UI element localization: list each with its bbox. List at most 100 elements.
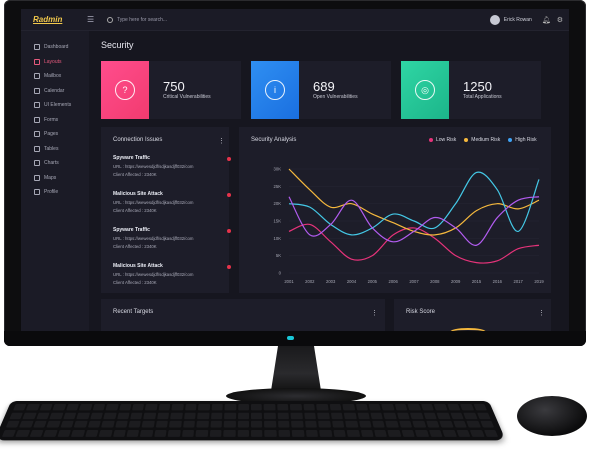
issue-item[interactable]: Malicious Site Attack URL : https://wewes… bbox=[113, 263, 231, 285]
keyboard-key bbox=[92, 404, 106, 411]
search-bar[interactable]: Type here for search... bbox=[107, 16, 490, 23]
security-analysis-panel: Security Analysis Low Risk Medium Risk Hig… bbox=[239, 127, 551, 293]
risk-score-panel: Risk Score ⋮ bbox=[394, 299, 551, 331]
keyboard-key bbox=[456, 429, 471, 437]
stat-card[interactable]: ? 750 Critical Vulnerabilities bbox=[101, 61, 241, 119]
bell-icon[interactable]: 🔔︎ bbox=[542, 16, 551, 24]
charts-icon bbox=[34, 160, 40, 167]
keyboard-key bbox=[355, 404, 368, 411]
sidebar-item-layouts[interactable]: Layouts bbox=[21, 55, 89, 70]
keyboard-key bbox=[463, 412, 478, 419]
power-led bbox=[287, 336, 294, 340]
keyboard-key bbox=[264, 412, 276, 419]
keyboard-key bbox=[142, 420, 155, 428]
sidebar-item-dashboard[interactable]: Dashboard bbox=[21, 40, 89, 55]
stat-icon-box: i bbox=[251, 61, 299, 119]
sidebar: Dashboard Layouts Mailbox Calendar UI Elemen… bbox=[21, 31, 89, 331]
more-icon[interactable]: ⋮ bbox=[371, 309, 378, 317]
keyboard-key bbox=[305, 429, 319, 437]
keyboard-key bbox=[90, 412, 104, 419]
sidebar-item-label: Dashboard bbox=[44, 44, 69, 51]
keyboard-key bbox=[182, 420, 196, 428]
series-line-low-risk bbox=[288, 223, 540, 264]
keyboard-key bbox=[60, 420, 74, 428]
keyboard-key bbox=[277, 412, 290, 419]
keyboard bbox=[0, 400, 506, 441]
keyboard-key bbox=[394, 404, 408, 411]
keyboard-key bbox=[157, 412, 170, 419]
y-tick-label: 5K bbox=[276, 253, 281, 258]
menu-toggle-icon[interactable]: ☰ bbox=[87, 15, 99, 24]
maps-icon bbox=[34, 174, 40, 181]
keyboard-key bbox=[331, 420, 345, 428]
sidebar-item-forms[interactable]: Forms bbox=[21, 113, 89, 128]
keyboard-key bbox=[168, 429, 181, 437]
sidebar-item-mailbox[interactable]: Mailbox bbox=[21, 69, 89, 84]
keyboard-key bbox=[98, 429, 113, 437]
sidebar-item-calendar[interactable]: Calendar bbox=[21, 84, 89, 99]
keyboard-key bbox=[9, 412, 24, 419]
more-icon[interactable]: ⋮ bbox=[218, 137, 225, 145]
keyboard-key bbox=[237, 420, 249, 428]
series-line-medium-risk bbox=[288, 168, 540, 236]
sidebar-item-label: Mailbox bbox=[44, 73, 62, 80]
keyboard-key bbox=[360, 429, 374, 437]
keyboard-key bbox=[128, 420, 142, 428]
more-icon[interactable]: ⋮ bbox=[538, 309, 545, 317]
keyboard-key bbox=[26, 404, 40, 411]
tables-icon bbox=[34, 145, 40, 152]
keyboard-key bbox=[304, 420, 318, 428]
top-bar: Radmin ☰ Type here for search... Erick R… bbox=[21, 9, 569, 31]
keyboard-key bbox=[264, 420, 277, 428]
sidebar-item-profile[interactable]: Profile bbox=[21, 185, 89, 200]
search-input[interactable]: Type here for search... bbox=[117, 17, 167, 23]
keyboard-key bbox=[43, 429, 58, 437]
stat-card[interactable]: i 689 Open Vulnerabilities bbox=[251, 61, 391, 119]
keyboard-key bbox=[210, 420, 223, 428]
profile-icon bbox=[34, 189, 40, 196]
x-tick-label: 2008 bbox=[430, 279, 440, 284]
stat-icon-box: ◎ bbox=[401, 61, 449, 119]
keyboard-key bbox=[439, 420, 454, 428]
keyboard-key bbox=[29, 429, 44, 437]
gear-icon[interactable]: ⚙ bbox=[557, 16, 563, 24]
sidebar-item-label: Pages bbox=[44, 131, 59, 138]
issue-item[interactable]: Malicious Site Attack URL : https://wewes… bbox=[113, 191, 231, 213]
keyboard-key bbox=[223, 429, 236, 437]
keyboard-key bbox=[87, 420, 101, 428]
question-icon: ? bbox=[115, 80, 135, 100]
x-tick-label: 2009 bbox=[451, 279, 461, 284]
sidebar-item-charts[interactable]: Charts bbox=[21, 156, 89, 171]
user-menu[interactable]: Erick Rowan bbox=[489, 14, 532, 25]
issue-url: URL : https://wewesdjdf/sdjkasdjff032/co… bbox=[113, 164, 194, 169]
stat-card[interactable]: ◎ 1250 Total Applications bbox=[401, 61, 541, 119]
keyboard-key bbox=[170, 412, 183, 419]
keyboard-key bbox=[318, 420, 331, 428]
x-tick-label: 2004 bbox=[347, 279, 357, 284]
keyboard-key bbox=[224, 412, 236, 419]
keyboard-key bbox=[358, 420, 372, 428]
keyboard-key bbox=[319, 429, 332, 437]
sidebar-item-pages[interactable]: Pages bbox=[21, 127, 89, 142]
avatar bbox=[489, 14, 500, 25]
stat-value: 750 bbox=[163, 79, 185, 94]
calendar-icon bbox=[34, 87, 40, 94]
issue-item[interactable]: Spyware Traffic URL : https://wewesdjdf/s… bbox=[113, 227, 231, 249]
keyboard-key bbox=[345, 420, 358, 428]
keyboard-key bbox=[49, 412, 64, 419]
keyboard-key bbox=[250, 404, 263, 411]
keyboard-key bbox=[211, 404, 223, 411]
sidebar-item-ui-elements[interactable]: UI Elements bbox=[21, 98, 89, 113]
keyboard-key bbox=[330, 412, 343, 419]
brand-logo[interactable]: Radmin bbox=[21, 15, 87, 24]
y-tick-label: 30K bbox=[274, 167, 282, 172]
issue-item[interactable]: Spyware Traffic URL : https://wewesdjdf/s… bbox=[113, 155, 231, 177]
issue-url: URL : https://wewesdjdf/sdjkasdjff032/co… bbox=[113, 236, 194, 241]
issue-title: Malicious Site Attack bbox=[113, 263, 163, 269]
panel-title: Connection Issues bbox=[113, 137, 163, 143]
keyboard-key bbox=[343, 412, 357, 419]
keyboard-key bbox=[183, 412, 196, 419]
sidebar-item-tables[interactable]: Tables bbox=[21, 142, 89, 157]
sidebar-item-maps[interactable]: Maps bbox=[21, 171, 89, 186]
dashboard-icon bbox=[34, 44, 40, 51]
